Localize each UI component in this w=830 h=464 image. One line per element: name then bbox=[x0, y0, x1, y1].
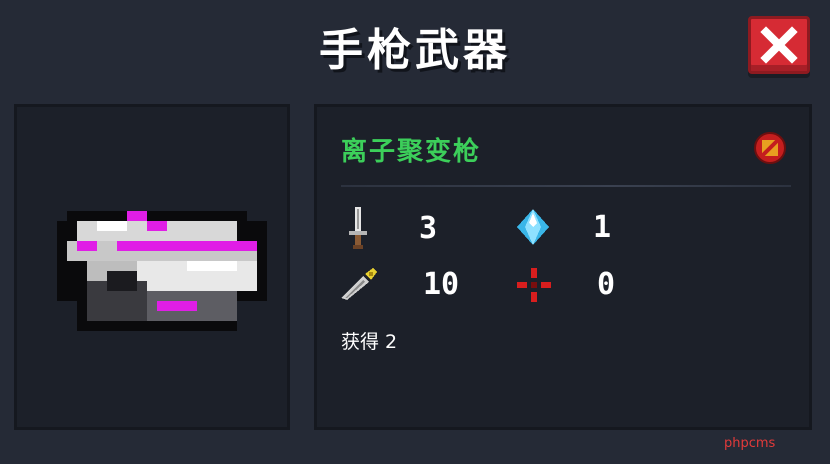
no-trade-badge-icon bbox=[754, 132, 786, 164]
page-title: 手枪武器 bbox=[319, 25, 511, 76]
divider bbox=[341, 185, 791, 187]
sword-icon bbox=[349, 207, 367, 249]
stat-damage: 3 bbox=[345, 207, 437, 249]
ion-fusion-gun-pixel-icon bbox=[57, 211, 267, 331]
weapon-info-panel: 离子聚变枪 3 1 10 0 获得 2 bbox=[314, 104, 812, 430]
spread-value: 0 bbox=[597, 267, 616, 302]
stat-energy: 1 bbox=[515, 207, 611, 247]
weapon-name: 离子聚变枪 bbox=[341, 137, 482, 167]
energy-value: 1 bbox=[593, 209, 612, 245]
stat-spread: 0 bbox=[517, 267, 615, 302]
obtained-count: 获得 2 bbox=[341, 331, 398, 353]
stat-crit: 10 bbox=[339, 267, 459, 302]
close-button[interactable] bbox=[748, 16, 810, 74]
red-crosshair-icon bbox=[517, 267, 551, 302]
watermark: phpcms bbox=[724, 436, 776, 451]
weapon-preview-panel bbox=[14, 104, 290, 430]
crit-value: 10 bbox=[423, 267, 460, 302]
close-x-icon bbox=[760, 26, 798, 64]
blue-crystal-icon bbox=[517, 209, 549, 245]
damage-value: 3 bbox=[419, 210, 438, 246]
knife-icon bbox=[341, 267, 377, 300]
